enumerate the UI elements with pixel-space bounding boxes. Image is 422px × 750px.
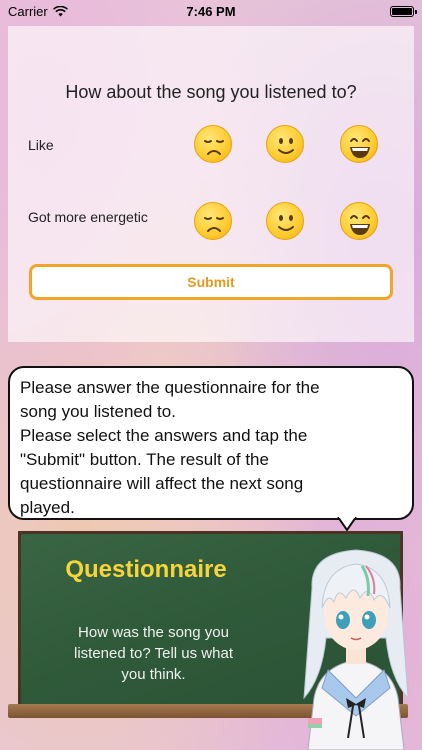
question-row-like: Like bbox=[8, 122, 414, 172]
question-title: How about the song you listened to? bbox=[65, 82, 357, 102]
status-bar: Carrier 7:46 PM bbox=[0, 0, 422, 22]
grin-face-icon[interactable] bbox=[340, 202, 378, 240]
board-text-line: listened to? Tell us what bbox=[74, 645, 233, 662]
smile-face-icon[interactable] bbox=[266, 125, 304, 163]
wifi-icon bbox=[52, 5, 68, 16]
battery-icon bbox=[390, 5, 417, 17]
sad-face-icon[interactable] bbox=[194, 125, 232, 163]
board-text-line: you think. bbox=[121, 666, 186, 683]
question-row-energetic: Got more energetic bbox=[8, 194, 414, 244]
bubble-line: song you listened to. bbox=[20, 402, 176, 421]
board-text-line: How was the song you bbox=[78, 624, 229, 641]
bubble-line: Please answer the questionnaire for the bbox=[20, 378, 320, 397]
question-label: Like bbox=[28, 137, 54, 153]
character-illustration bbox=[303, 549, 409, 750]
submit-button[interactable]: Submit bbox=[29, 264, 393, 300]
sad-face-icon[interactable] bbox=[194, 202, 232, 240]
status-left: Carrier bbox=[8, 4, 68, 19]
grin-face-icon[interactable] bbox=[340, 125, 378, 163]
bubble-line: "Submit" button. The result of the bbox=[20, 450, 269, 469]
smile-face-icon[interactable] bbox=[266, 202, 304, 240]
board-title: Questionnaire bbox=[65, 556, 227, 583]
question-label: Got more energetic bbox=[28, 209, 148, 225]
bubble-line: questionnaire will affect the next song bbox=[20, 474, 304, 493]
bubble-line: Please select the answers and tap the bbox=[20, 426, 308, 445]
carrier-label: Carrier bbox=[8, 3, 48, 19]
speech-bubble: Please answer the questionnaire for the … bbox=[8, 366, 414, 520]
questionnaire-panel: How about the song you listened to? Like bbox=[8, 26, 414, 342]
bubble-tail bbox=[337, 517, 357, 531]
board-text: How was the song you listened to? Tell u… bbox=[31, 622, 276, 685]
